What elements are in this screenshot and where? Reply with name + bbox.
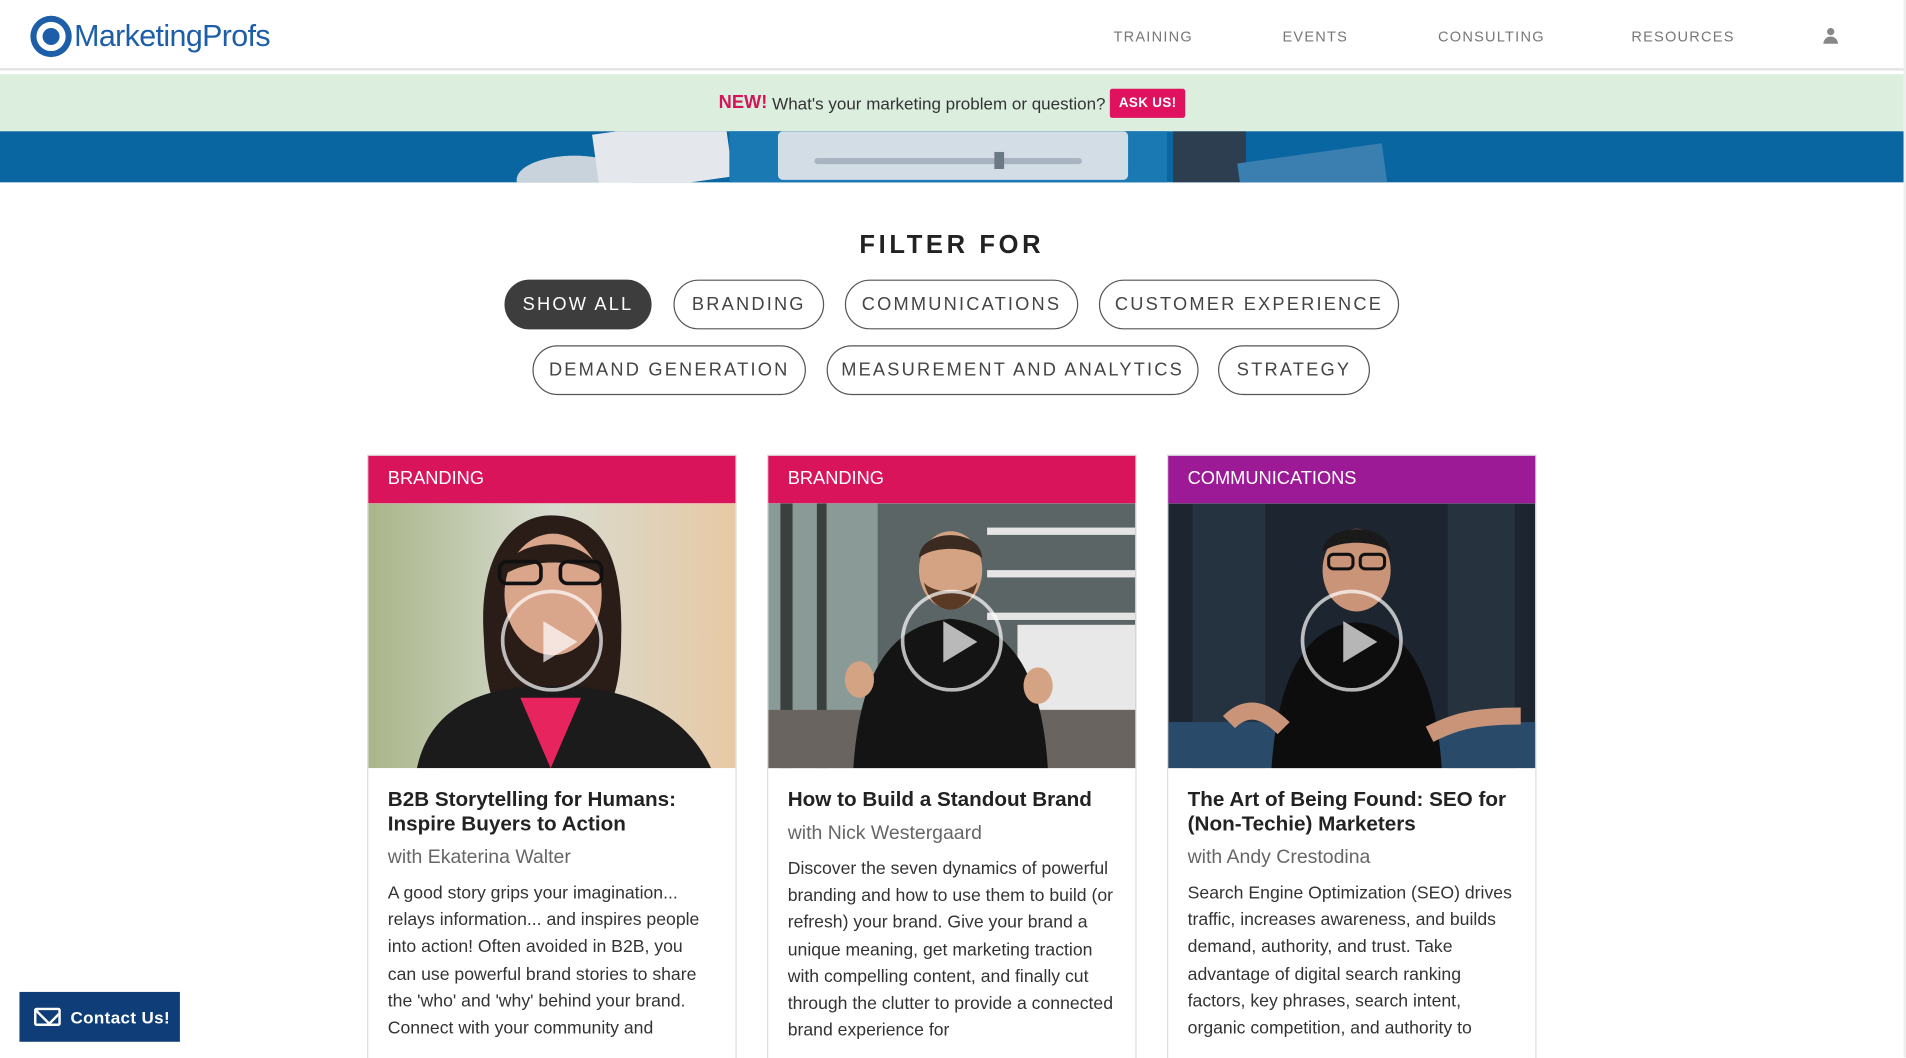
nav-consulting[interactable]: CONSULTING: [1438, 28, 1545, 45]
logo-icon: [30, 15, 72, 58]
course-card[interactable]: BRANDING B2B Storytelling for Humans: In…: [367, 454, 737, 1058]
card-title[interactable]: How to Build a Standout Brand: [768, 768, 1135, 812]
play-icon[interactable]: [500, 589, 603, 692]
filter-strategy[interactable]: STRATEGY: [1218, 345, 1370, 396]
site-header: MarketingProfs TRAINING EVENTS CONSULTIN…: [0, 0, 1904, 71]
course-video-thumbnail[interactable]: [1168, 503, 1536, 769]
course-video-thumbnail[interactable]: [368, 503, 736, 769]
card-author: with Ekaterina Walter: [387, 847, 571, 868]
promo-banner: NEW! What's your marketing problem or qu…: [0, 74, 1904, 132]
logo-text: MarketingProfs: [74, 18, 271, 53]
filter-title: FILTER FOR: [859, 230, 1045, 259]
course-card[interactable]: BRANDING How to Build a Standout Brand w…: [767, 454, 1137, 1058]
card-description: Search Engine Optimization (SEO) drives …: [1187, 883, 1512, 1039]
card-description: A good story grips your imagination... r…: [387, 883, 700, 1039]
logo[interactable]: MarketingProfs: [30, 15, 271, 58]
nav-events[interactable]: EVENTS: [1282, 28, 1348, 45]
card-author: with Nick Westergaard: [787, 822, 982, 844]
nav-resources[interactable]: RESOURCES: [1631, 28, 1734, 45]
card-title[interactable]: The Art of Being Found: SEO for (Non-Tec…: [1168, 768, 1535, 836]
filter-measurement-analytics[interactable]: MEASUREMENT AND ANALYTICS: [826, 345, 1199, 396]
promo-text: What's your marketing problem or questio…: [772, 92, 1106, 113]
nav-training[interactable]: TRAINING: [1113, 28, 1192, 45]
course-video-thumbnail[interactable]: [768, 503, 1136, 769]
card-author: with Andy Crestodina: [1187, 847, 1371, 868]
play-icon[interactable]: [900, 589, 1003, 692]
contact-us-button[interactable]: Contact Us!: [19, 991, 180, 1042]
card-title[interactable]: B2B Storytelling for Humans: Inspire Buy…: [368, 768, 735, 836]
filter-communications[interactable]: COMMUNICATIONS: [844, 279, 1079, 330]
filter-demand-generation[interactable]: DEMAND GENERATION: [532, 345, 806, 396]
filter-customer-experience[interactable]: CUSTOMER EXPERIENCE: [1098, 279, 1400, 330]
hero-image: [0, 131, 1904, 183]
filter-show-all[interactable]: SHOW ALL: [504, 279, 652, 330]
ask-us-button[interactable]: ASK US!: [1110, 88, 1185, 118]
course-card[interactable]: COMMUNICATIONS The Art of Being Found: S…: [1166, 454, 1537, 1058]
promo-new-label: NEW!: [718, 92, 768, 114]
play-icon[interactable]: [1300, 589, 1403, 692]
card-category[interactable]: COMMUNICATIONS: [1168, 455, 1536, 504]
card-description: Discover the seven dynamics of powerful …: [787, 859, 1114, 1041]
card-category[interactable]: BRANDING: [768, 455, 1136, 504]
user-icon[interactable]: [1823, 27, 1838, 45]
card-category[interactable]: BRANDING: [368, 455, 736, 504]
mail-icon: [34, 1007, 61, 1026]
filter-branding[interactable]: BRANDING: [673, 279, 825, 330]
contact-us-label: Contact Us!: [70, 1007, 171, 1027]
